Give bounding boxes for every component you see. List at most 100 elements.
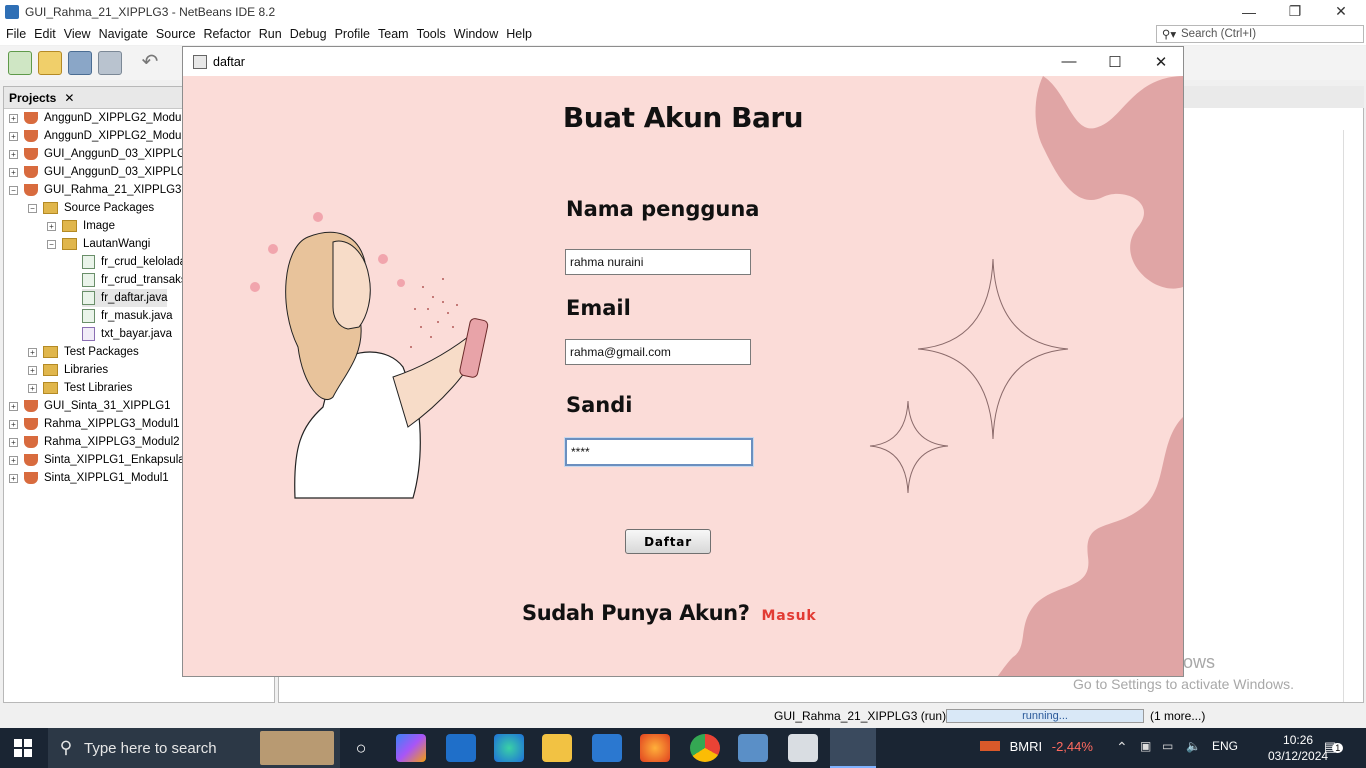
virtualbox-icon[interactable] — [738, 734, 768, 762]
tree-node-folder[interactable]: + Test Libraries — [28, 379, 132, 397]
tree-node-project[interactable]: + Sinta_XIPPLG1_Enkapsulasi — [9, 451, 193, 469]
open-project-icon[interactable] — [68, 51, 92, 75]
copilot-icon[interactable] — [396, 734, 426, 762]
tree-node-project[interactable]: + Rahma_XIPPLG3_Modul2 — [9, 433, 180, 451]
task-view-icon[interactable]: ○ — [346, 734, 376, 762]
network-icon[interactable]: ▭ — [1162, 739, 1173, 753]
tree-node-package[interactable]: − LautanWangi — [47, 235, 150, 253]
expand-icon[interactable]: + — [9, 167, 18, 177]
tree-node-file[interactable]: fr_crud_transaks — [82, 271, 187, 289]
java-project-icon — [24, 400, 38, 412]
more-tasks-link[interactable]: (1 more...) — [1150, 709, 1205, 723]
notification-center-icon[interactable]: ▤1 — [1324, 739, 1344, 755]
expand-icon[interactable]: + — [9, 419, 18, 429]
tree-node-folder[interactable]: + Test Packages — [28, 343, 139, 361]
menu-window[interactable]: Window — [450, 27, 502, 41]
tree-node-project[interactable]: + AnggunD_XIPPLG2_Modul2 — [9, 127, 190, 145]
expand-icon[interactable]: + — [9, 455, 18, 465]
username-input[interactable] — [565, 249, 751, 275]
menu-source[interactable]: Source — [152, 27, 200, 41]
close-icon[interactable]: ✕ — [64, 91, 74, 105]
tree-node-source-packages[interactable]: − Source Packages — [28, 199, 154, 217]
chrome-icon[interactable] — [690, 734, 720, 762]
taskbar-search-box[interactable]: ⚲ Type here to search — [48, 728, 340, 768]
expand-icon[interactable]: + — [9, 131, 18, 141]
password-input[interactable] — [565, 438, 753, 466]
expand-icon[interactable]: + — [28, 365, 37, 375]
collapse-icon[interactable]: − — [9, 185, 18, 195]
tree-node-folder[interactable]: + Libraries — [28, 361, 108, 379]
java-app-active-icon[interactable] — [830, 728, 876, 768]
editor-scrollbar[interactable] — [1343, 130, 1363, 702]
editor-tab-strip — [1184, 86, 1364, 108]
expand-icon[interactable]: + — [9, 113, 18, 123]
new-file-icon[interactable] — [8, 51, 32, 75]
java-project-icon — [24, 166, 38, 178]
file-explorer-icon[interactable] — [542, 734, 572, 762]
new-project-icon[interactable] — [38, 51, 62, 75]
tree-node-project[interactable]: + AnggunD_XIPPLG2_Modul1 — [9, 109, 190, 127]
tree-node-project[interactable]: + Sinta_XIPPLG1_Modul1 — [9, 469, 169, 487]
menu-profile[interactable]: Profile — [331, 27, 374, 41]
menu-team[interactable]: Team — [374, 27, 413, 41]
expand-icon[interactable]: + — [47, 221, 56, 231]
tree-node-package[interactable]: + Image — [47, 217, 115, 235]
tree-node-project[interactable]: + GUI_AnggunD_03_XIPPLG2 — [9, 145, 192, 163]
menu-edit[interactable]: Edit — [30, 27, 60, 41]
tree-node-file[interactable]: fr_masuk.java — [82, 307, 173, 325]
meet-now-icon[interactable]: ▣ — [1140, 739, 1151, 753]
tree-node-project[interactable]: + GUI_AnggunD_03_XIPPLG2 — [9, 163, 192, 181]
menu-refactor[interactable]: Refactor — [200, 27, 255, 41]
tree-node-project[interactable]: + GUI_Sinta_31_XIPPLG1 — [9, 397, 171, 415]
chevron-up-icon[interactable]: ⌃ — [1116, 739, 1128, 756]
expand-icon[interactable]: + — [9, 149, 18, 159]
java-class-icon — [82, 327, 95, 341]
email-input[interactable] — [565, 339, 751, 365]
minimize-button[interactable]: — — [1226, 0, 1272, 23]
daftar-button[interactable]: Daftar — [625, 529, 711, 554]
ide-search-field[interactable]: ⚲▾ Search (Ctrl+I) — [1156, 25, 1364, 43]
dialog-minimize-button[interactable]: — — [1046, 47, 1092, 76]
tree-node-file[interactable]: txt_bayar.java — [82, 325, 172, 343]
java-project-icon — [24, 148, 38, 160]
dialog-close-button[interactable]: ✕ — [1138, 47, 1183, 76]
expand-icon[interactable]: + — [9, 401, 18, 411]
menu-tools[interactable]: Tools — [413, 27, 450, 41]
edge-icon[interactable] — [494, 734, 524, 762]
collapse-icon[interactable]: − — [47, 239, 56, 249]
stock-widget[interactable]: BMRI -2,44% — [980, 739, 1093, 754]
menu-help[interactable]: Help — [502, 27, 536, 41]
collapse-icon[interactable]: − — [28, 203, 37, 213]
run-status-text[interactable]: GUI_Rahma_21_XIPPLG3 (run) #2 — [774, 709, 963, 723]
language-indicator[interactable]: ENG — [1212, 739, 1238, 753]
tree-node-project[interactable]: + Rahma_XIPPLG3_Modul1 — [9, 415, 180, 433]
volume-icon[interactable]: 🔈 — [1186, 739, 1201, 753]
expand-icon[interactable]: + — [28, 347, 37, 357]
java-app-icon[interactable] — [788, 734, 818, 762]
firefox-icon[interactable] — [640, 734, 670, 762]
masuk-link[interactable]: Masuk — [762, 608, 817, 624]
tree-node-file[interactable]: fr_crud_kelolada — [82, 253, 186, 271]
expand-icon[interactable]: + — [28, 383, 37, 393]
expand-icon[interactable]: + — [9, 437, 18, 447]
menu-navigate[interactable]: Navigate — [95, 27, 152, 41]
save-all-icon[interactable] — [98, 51, 122, 75]
menu-run[interactable]: Run — [255, 27, 286, 41]
email-label: Email — [566, 296, 631, 320]
expand-icon[interactable]: + — [9, 473, 18, 483]
menu-file[interactable]: File — [2, 27, 30, 41]
system-clock[interactable]: 10:26 03/12/2024 — [1268, 732, 1328, 764]
windows-taskbar: ⚲ Type here to search ○ BMRI -2,44% ⌃ ▣ … — [0, 728, 1366, 768]
tree-node-file-selected[interactable]: fr_daftar.java — [82, 289, 168, 307]
menu-view[interactable]: View — [60, 27, 95, 41]
mail-icon[interactable] — [446, 734, 476, 762]
undo-icon[interactable]: ↶ — [138, 51, 162, 75]
restore-button[interactable]: ❐ — [1272, 0, 1318, 23]
start-button[interactable] — [14, 739, 32, 757]
close-button[interactable]: ✕ — [1318, 0, 1364, 23]
microsoft-store-icon[interactable] — [592, 734, 622, 762]
tree-node-project-open[interactable]: − GUI_Rahma_21_XIPPLG3 — [9, 181, 181, 199]
dialog-maximize-button[interactable]: ☐ — [1092, 47, 1138, 76]
java-window-icon — [193, 54, 207, 69]
menu-debug[interactable]: Debug — [286, 27, 331, 41]
